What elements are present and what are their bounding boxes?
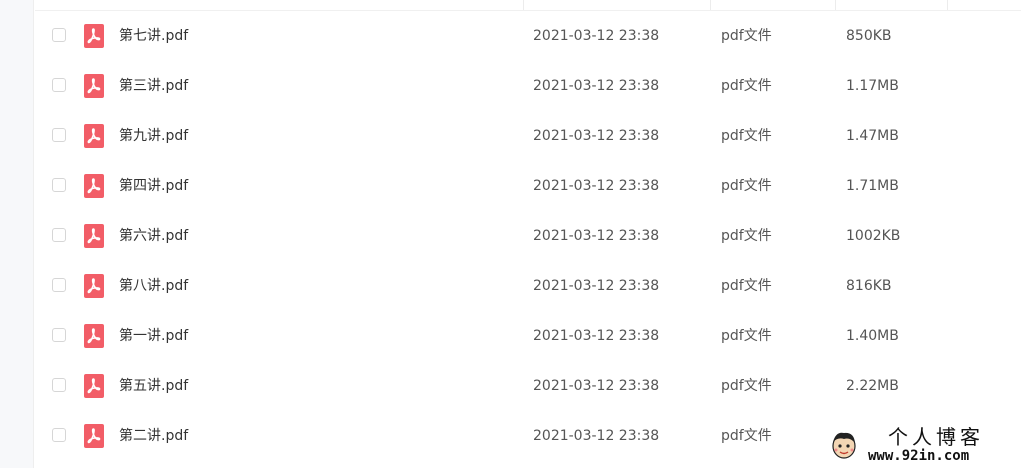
row-checkbox[interactable] [52, 278, 66, 292]
column-divider[interactable] [947, 0, 948, 10]
row-checkbox[interactable] [52, 228, 66, 242]
file-modified-date: 2021-03-12 23:38 [533, 128, 660, 144]
column-divider[interactable] [523, 0, 524, 10]
file-type: pdf文件 [721, 428, 772, 444]
row-checkbox[interactable] [52, 78, 66, 92]
row-checkbox[interactable] [52, 128, 66, 142]
file-name[interactable]: 第三讲.pdf [119, 76, 188, 96]
file-size: 1.47MB [846, 128, 899, 144]
row-checkbox[interactable] [52, 28, 66, 42]
file-size: 1002KB [846, 228, 901, 244]
column-divider[interactable] [835, 0, 836, 10]
file-name[interactable]: 第四讲.pdf [119, 176, 188, 196]
file-modified-date: 2021-03-12 23:38 [533, 278, 660, 294]
row-checkbox[interactable] [52, 178, 66, 192]
pdf-file-icon [84, 224, 104, 248]
file-size: 850KB [846, 28, 892, 44]
file-type: pdf文件 [721, 328, 772, 344]
file-type: pdf文件 [721, 228, 772, 244]
file-row[interactable]: 第七讲.pdf 2021-03-12 23:38 pdf文件 850KB [35, 11, 1021, 61]
file-modified-date: 2021-03-12 23:38 [533, 378, 660, 394]
pdf-file-icon [84, 24, 104, 48]
sidebar-edge [0, 0, 34, 468]
cartoon-face-icon [832, 432, 856, 459]
file-name[interactable]: 第八讲.pdf [119, 276, 188, 296]
file-name[interactable]: 第一讲.pdf [119, 326, 188, 346]
file-size: 2.22MB [846, 378, 899, 394]
file-type: pdf文件 [721, 28, 772, 44]
watermark-url: www.92in.com [868, 448, 970, 464]
file-size: 1.71MB [846, 178, 899, 194]
pdf-file-icon [84, 374, 104, 398]
file-modified-date: 2021-03-12 23:38 [533, 178, 660, 194]
file-size: 1.17MB [846, 78, 899, 94]
column-divider[interactable] [710, 0, 711, 10]
pdf-file-icon [84, 174, 104, 198]
file-name[interactable]: 第六讲.pdf [119, 226, 188, 246]
file-modified-date: 2021-03-12 23:38 [533, 328, 660, 344]
file-modified-date: 2021-03-12 23:38 [533, 78, 660, 94]
file-size: 1.40MB [846, 328, 899, 344]
file-row[interactable]: 第六讲.pdf 2021-03-12 23:38 pdf文件 1002KB [35, 211, 1021, 261]
file-type: pdf文件 [721, 78, 772, 94]
file-modified-date: 2021-03-12 23:38 [533, 428, 660, 444]
watermark-title: 个人博客 [888, 425, 984, 449]
file-type: pdf文件 [721, 178, 772, 194]
file-row[interactable]: 第八讲.pdf 2021-03-12 23:38 pdf文件 816KB [35, 261, 1021, 311]
site-watermark: 个人博客 www.92in.com [828, 424, 1021, 468]
file-row[interactable]: 第一讲.pdf 2021-03-12 23:38 pdf文件 1.40MB [35, 311, 1021, 361]
pdf-file-icon [84, 424, 104, 448]
file-name[interactable]: 第七讲.pdf [119, 26, 188, 46]
file-list: 第七讲.pdf 2021-03-12 23:38 pdf文件 850KB 第三讲.pdf… [35, 0, 1021, 468]
row-checkbox[interactable] [52, 428, 66, 442]
file-modified-date: 2021-03-12 23:38 [533, 228, 660, 244]
file-row[interactable]: 第三讲.pdf 2021-03-12 23:38 pdf文件 1.17MB [35, 61, 1021, 111]
column-header-row [35, 0, 1021, 11]
file-row[interactable]: 第九讲.pdf 2021-03-12 23:38 pdf文件 1.47MB [35, 111, 1021, 161]
file-size: 816KB [846, 278, 892, 294]
file-name[interactable]: 第五讲.pdf [119, 376, 188, 396]
file-name[interactable]: 第二讲.pdf [119, 426, 188, 446]
file-modified-date: 2021-03-12 23:38 [533, 28, 660, 44]
row-checkbox[interactable] [52, 328, 66, 342]
file-row[interactable]: 第四讲.pdf 2021-03-12 23:38 pdf文件 1.71MB [35, 161, 1021, 211]
pdf-file-icon [84, 124, 104, 148]
file-name[interactable]: 第九讲.pdf [119, 126, 188, 146]
file-row[interactable]: 第五讲.pdf 2021-03-12 23:38 pdf文件 2.22MB [35, 361, 1021, 411]
pdf-file-icon [84, 74, 104, 98]
pdf-file-icon [84, 274, 104, 298]
file-type: pdf文件 [721, 278, 772, 294]
pdf-file-icon [84, 324, 104, 348]
row-checkbox[interactable] [52, 378, 66, 392]
file-type: pdf文件 [721, 128, 772, 144]
file-type: pdf文件 [721, 378, 772, 394]
